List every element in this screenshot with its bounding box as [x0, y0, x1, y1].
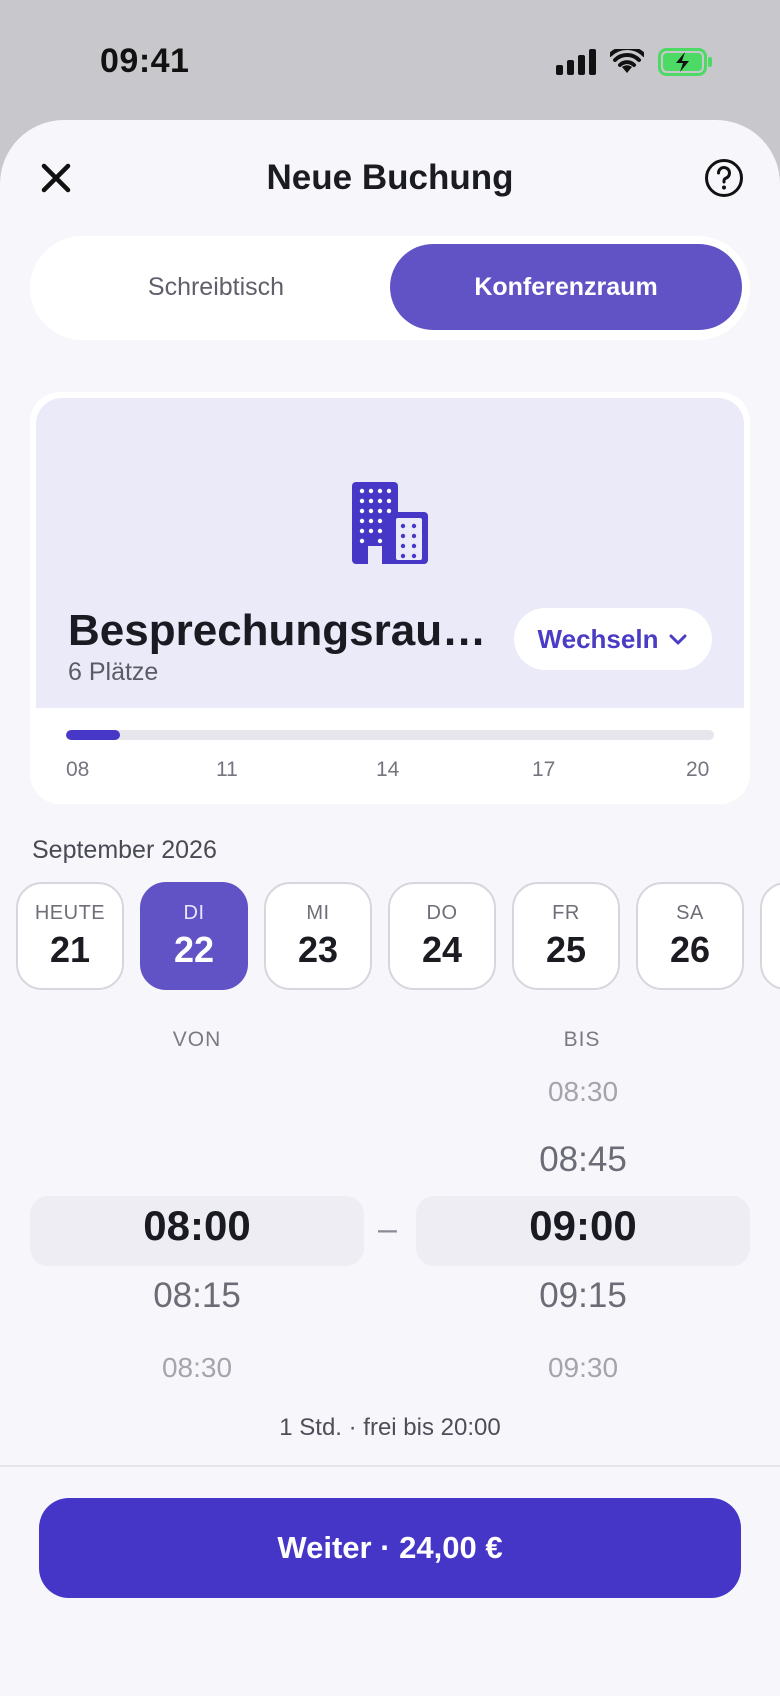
- building-icon: [352, 482, 428, 564]
- day-weekday: DO: [426, 901, 458, 924]
- from-time-option[interactable]: 08:30: [97, 1352, 297, 1384]
- tab-schreibtisch[interactable]: Schreibtisch: [40, 244, 392, 330]
- continue-button[interactable]: Weiter · 24,00 €: [39, 1498, 741, 1598]
- page-title: Neue Buchung: [266, 158, 514, 197]
- battery-charging-icon: [658, 48, 712, 76]
- day-number: 25: [545, 928, 587, 970]
- timeline-tick: 08: [66, 758, 90, 781]
- day-chip-24[interactable]: DO 24: [388, 882, 496, 990]
- day-weekday: MI: [306, 901, 330, 924]
- day-weekday: HEUTE: [34, 901, 106, 924]
- to-time-selected[interactable]: 09:00: [483, 1202, 683, 1250]
- to-time-option[interactable]: 09:15: [483, 1276, 683, 1316]
- to-label: BIS: [563, 1028, 601, 1051]
- status-bar: 09:41: [0, 0, 780, 120]
- room-hero: Besprechungsraum Nord 6 Plätze Wechseln: [36, 398, 744, 708]
- day-chip-25[interactable]: FR 25: [512, 882, 620, 990]
- time-range-separator: –: [378, 1210, 397, 1248]
- room-name: Besprechungsraum Nord: [68, 606, 488, 655]
- day-number: 22: [173, 928, 215, 970]
- availability-timeline: [66, 730, 714, 740]
- status-time: 09:41: [100, 42, 190, 80]
- day-chip-next[interactable]: [760, 882, 780, 990]
- help-button[interactable]: [704, 158, 744, 198]
- day-chip-26[interactable]: SA 26: [636, 882, 744, 990]
- timeline-tick: 11: [216, 758, 238, 781]
- to-time-option[interactable]: 09:30: [483, 1352, 683, 1384]
- header: Neue Buchung: [0, 120, 780, 240]
- duration-summary: 1 Std. · frei bis 20:00: [279, 1414, 501, 1441]
- timeline-tick: 17: [532, 758, 556, 781]
- day-chip-21[interactable]: HEUTE 21: [16, 882, 124, 990]
- timeline-tick: 20: [686, 758, 710, 781]
- booking-type-toggle: Schreibtisch Konferenzraum: [30, 236, 750, 340]
- from-label: VON: [172, 1028, 222, 1051]
- day-weekday: SA: [676, 901, 704, 924]
- room-seats: 6 Plätze: [68, 658, 159, 686]
- timeline-booked-segment: [66, 730, 120, 740]
- day-number: 26: [669, 928, 711, 970]
- tab-konferenzraum[interactable]: Konferenzraum: [390, 244, 742, 330]
- chevron-down-icon: [669, 634, 687, 645]
- from-time-selected[interactable]: 08:00: [97, 1202, 297, 1250]
- from-time-option[interactable]: 08:15: [97, 1276, 297, 1316]
- wifi-icon: [610, 49, 644, 73]
- to-time-option[interactable]: 08:45: [483, 1140, 683, 1180]
- switch-room-button[interactable]: Wechseln: [514, 608, 712, 670]
- month-label: September 2026: [32, 836, 217, 864]
- footer-divider: [0, 1465, 780, 1467]
- help-icon: [705, 159, 743, 197]
- day-selector: HEUTE 21 DI 22 MI 23 DO 24 FR 25 SA 26: [0, 882, 780, 992]
- to-time-option[interactable]: 08:30: [483, 1076, 683, 1108]
- day-weekday: FR: [552, 901, 580, 924]
- switch-room-label: Wechseln: [537, 623, 659, 654]
- timeline-tick: 14: [376, 758, 400, 781]
- status-icons: [556, 48, 712, 76]
- day-number: 24: [421, 928, 463, 970]
- day-chip-22[interactable]: DI 22: [140, 882, 248, 990]
- day-number: 23: [297, 928, 339, 970]
- booking-sheet: Neue Buchung Schreibtisch Konferenzraum: [0, 120, 780, 1696]
- room-card: Besprechungsraum Nord 6 Plätze Wechseln …: [30, 392, 750, 804]
- day-chip-23[interactable]: MI 23: [264, 882, 372, 990]
- day-number: 21: [49, 928, 91, 970]
- day-weekday: DI: [183, 901, 205, 924]
- cellular-signal-icon: [556, 49, 596, 75]
